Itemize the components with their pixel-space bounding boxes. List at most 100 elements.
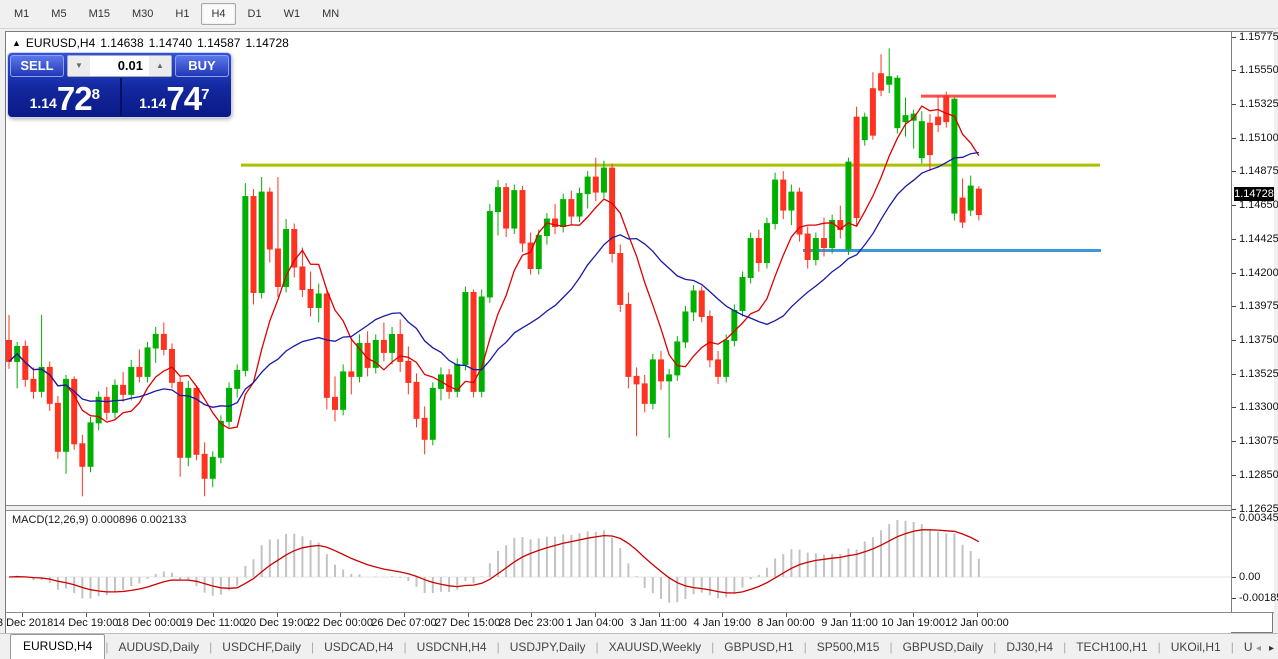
candle-body [716,360,721,376]
volume-decrease-button[interactable]: ▼ [68,56,90,76]
time-axis-label: 12 Jan 00:00 [945,617,1009,629]
candle-body [781,180,786,210]
ohlc-low: 1.14587 [197,36,240,50]
chart-tab-usdchf-daily[interactable]: USDCHF,Daily [212,636,311,659]
price-axis-label: 1.12850 [1239,469,1278,481]
candle-body [813,239,818,260]
price-axis-tick [1232,475,1236,476]
time-axis-label: 4 Jan 19:00 [694,617,752,629]
sell-button[interactable]: SELL [10,55,64,77]
candle-body [585,177,590,193]
chart-tab-gbpusd-daily[interactable]: GBPUSD,Daily [893,636,994,659]
candle-body [300,267,305,289]
candle-body [740,277,745,310]
chart-tab-xauusd-weekly[interactable]: XAUUSD,Weekly [599,636,711,659]
candle-body [944,96,949,121]
candle-body [919,122,924,158]
chart-tab-usdcnh-h4[interactable]: USDCNH,H4 [407,636,497,659]
sell-price-display[interactable]: 1.14728 [10,78,120,116]
candle-body [479,297,484,391]
timeframe-button-mn[interactable]: MN [312,3,349,25]
chart-tab-audusd-daily[interactable]: AUDUSD,Daily [108,636,209,659]
timeframe-button-m1[interactable]: M1 [4,3,39,25]
chart-tab-eurusd-h4[interactable]: EURUSD,H4 [10,634,105,659]
time-axis-label: 10 Jan 19:00 [881,617,945,629]
candle-body [186,388,191,457]
macd-signal-line [9,530,979,593]
candle-body [675,342,680,375]
price-axis-label: 1.13750 [1239,334,1278,346]
candle-body [732,310,737,340]
ohlc-open: 1.14638 [100,36,143,50]
timeframe-button-w1[interactable]: W1 [274,3,311,25]
chart-tab-usdjpy-daily[interactable]: USDJPY,Daily [500,636,596,659]
candle-body [64,379,69,451]
tab-scroll-right-icon[interactable]: ▸ [1269,643,1274,654]
price-axis-label: 1.14650 [1239,199,1278,211]
candle-body [756,239,761,263]
candle-body [960,198,965,222]
timeframe-button-d1[interactable]: D1 [238,3,272,25]
time-axis[interactable]: 13 Dec 201814 Dec 19:0018 Dec 00:0019 De… [6,613,1231,634]
time-axis-label: 1 Jan 04:00 [566,617,624,629]
tab-scroll-left-icon[interactable]: ◂ [1256,643,1261,654]
candle-body [153,334,158,347]
chart-tab-dj30-h4[interactable]: DJ30,H4 [996,636,1063,659]
candle-body [626,304,631,376]
chart-tab-usdcad-h4[interactable]: USDCAD,H4 [314,636,403,659]
buy-button[interactable]: BUY [175,55,229,77]
candle-body [805,234,810,259]
time-axis-label: 19 Dec 11:00 [181,617,246,629]
macd-axis-label: 0.003452 [1239,512,1278,524]
price-axis-tick [1232,205,1236,206]
timeframe-button-h1[interactable]: H1 [165,3,199,25]
candle-body [610,168,615,253]
time-axis-label: 28 Dec 23:00 [499,617,564,629]
candle-body [773,180,778,223]
candle-body [202,454,207,478]
price-axis-tick [1232,407,1236,408]
candle-body [903,116,908,122]
candle-body [390,334,395,352]
candle-body [218,421,223,457]
time-axis-label: 18 Dec 00:00 [117,617,182,629]
time-axis-label: 14 Dec 19:00 [53,617,118,629]
candle-body [210,457,215,478]
macd-axis-label: -0.001851 [1239,592,1278,604]
chart-tab-sp500-m15[interactable]: SP500,M15 [807,636,890,659]
volume-increase-button[interactable]: ▲ [149,56,171,76]
up-arrow-icon: ▲ [156,61,164,70]
chart-tab-ukoil-h1[interactable]: UKOil,H1 [1161,636,1231,659]
price-axis-label: 1.13975 [1239,300,1278,312]
candle-body [349,372,354,376]
chart-tab-gbpusd-h1[interactable]: GBPUSD,H1 [714,636,803,659]
ma-slow-line [9,153,979,408]
candle-body [683,312,688,342]
price-axis-label: 1.14200 [1239,267,1278,279]
candle-body [243,197,248,371]
candle-body [789,192,794,210]
candle-body [381,340,386,352]
candle-body [748,239,753,278]
timeframe-button-m15[interactable]: M15 [79,3,120,25]
price-axis-tick [1232,441,1236,442]
timeframe-button-m5[interactable]: M5 [41,3,76,25]
candle-body [968,186,973,210]
volume-input[interactable]: 0.01 [90,56,149,76]
macd-indicator-canvas[interactable] [6,511,1231,612]
macd-value-signal: 0.002133 [140,514,186,526]
candle-body [88,423,93,466]
candle-body [31,379,36,391]
macd-value-main: 0.000896 [91,514,137,526]
chart-tab-tech100-h1[interactable]: TECH100,H1 [1066,636,1157,659]
price-axis[interactable]: 1.14728 1.157751.155501.153251.151001.14… [1232,32,1274,612]
price-axis-tick [1232,70,1236,71]
buy-price-display[interactable]: 1.14747 [120,78,230,116]
timeframe-button-m30[interactable]: M30 [122,3,163,25]
ohlc-close: 1.14728 [245,36,288,50]
candle-body [520,191,525,243]
candle-body [691,291,696,312]
chart-tab-bar: EURUSD,H4|AUDUSD,Daily|USDCHF,Daily|USDC… [0,633,1278,659]
timeframe-button-h4[interactable]: H4 [201,3,235,25]
candle-body [577,194,582,216]
